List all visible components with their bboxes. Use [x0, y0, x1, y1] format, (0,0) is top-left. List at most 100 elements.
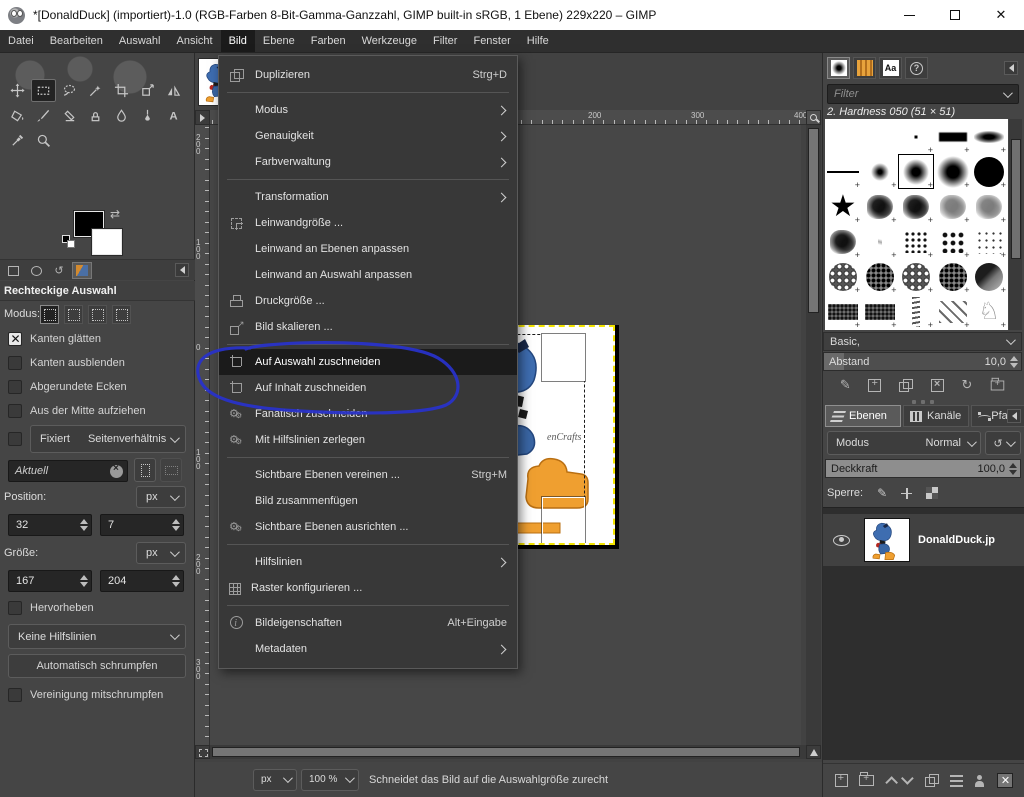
menu-item-hilfslinien[interactable]: Hilfslinien — [219, 549, 517, 575]
paintbrush-tool-icon[interactable] — [31, 104, 56, 127]
mode-intersect-button[interactable] — [112, 305, 131, 324]
brush-swatch[interactable]: ♘ — [971, 294, 1007, 329]
menubar-item-filter[interactable]: Filter — [425, 30, 465, 52]
smudge-tool-icon[interactable] — [109, 104, 134, 127]
menu-item-auf-inhalt-zuschneiden[interactable]: Auf Inhalt zuschneiden — [219, 375, 517, 401]
refresh-brushes-icon[interactable]: ↻ — [962, 377, 973, 393]
menubar-item-hilfe[interactable]: Hilfe — [519, 30, 557, 52]
menu-item-modus[interactable]: Modus — [219, 97, 517, 123]
position-x-spinner[interactable]: 32 — [8, 514, 92, 536]
zoom-level-dropdown[interactable]: 100 % — [301, 769, 359, 791]
menu-item-mit-hilfslinien-zerlegen[interactable]: Mit Hilfslinien zerlegen — [219, 427, 517, 453]
shrink-merged-checkbox[interactable] — [8, 688, 22, 702]
horizontal-scrollbar[interactable] — [210, 745, 806, 759]
brush-swatch[interactable] — [825, 154, 861, 189]
menubar-item-bild[interactable]: Bild — [221, 30, 255, 52]
autoshrink-button[interactable]: Automatisch schrumpfen — [8, 654, 186, 678]
eraser-tool-icon[interactable] — [57, 104, 82, 127]
brush-swatch[interactable] — [862, 224, 898, 259]
new-brush-icon[interactable] — [868, 379, 881, 392]
crop-tool-icon[interactable] — [109, 79, 134, 102]
menubar-item-werkzeuge[interactable]: Werkzeuge — [354, 30, 425, 52]
mode-replace-button[interactable] — [40, 305, 59, 324]
size-height-spinner[interactable]: 204 — [100, 570, 184, 592]
spinner-arrows-icon[interactable] — [1009, 463, 1017, 475]
patterns-tab[interactable] — [853, 57, 876, 79]
menubar-item-fenster[interactable]: Fenster — [465, 30, 518, 52]
tool-options-tab[interactable] — [3, 262, 23, 279]
position-y-spinner[interactable]: 7 — [100, 514, 184, 536]
menubar-item-auswahl[interactable]: Auswahl — [111, 30, 169, 52]
lock-position-icon[interactable] — [901, 488, 912, 499]
brush-scrollbar-thumb[interactable] — [1011, 139, 1021, 259]
mode-add-button[interactable] — [64, 305, 83, 324]
menubar-item-ebene[interactable]: Ebene — [255, 30, 303, 52]
brush-scrollbar[interactable] — [1009, 119, 1022, 330]
mode-switch-button[interactable]: ↺ — [985, 431, 1021, 455]
background-color-swatch[interactable] — [92, 229, 122, 255]
zoom-fit-button[interactable] — [806, 110, 821, 125]
brush-swatch[interactable] — [825, 294, 861, 329]
position-unit-dropdown[interactable]: px — [136, 486, 186, 508]
zoom-tool-icon[interactable] — [31, 129, 56, 152]
brush-swatch[interactable] — [898, 119, 934, 154]
paths-tool-icon[interactable] — [135, 104, 160, 127]
vertical-ruler[interactable]: 2001000100200300400 — [195, 125, 210, 745]
vertical-scrollbar-thumb[interactable] — [808, 128, 819, 313]
aspect-ratio-input[interactable]: Aktuell — [8, 460, 128, 482]
landscape-button[interactable] — [160, 458, 182, 482]
menubar-item-datei[interactable]: Datei — [0, 30, 42, 52]
menu-item-druckgröße[interactable]: Druckgröße ... — [219, 288, 517, 314]
brush-swatch[interactable] — [862, 154, 898, 189]
brush-swatch[interactable] — [935, 154, 971, 189]
brush-filter-input[interactable]: Filter — [827, 84, 1019, 104]
menubar-item-farben[interactable]: Farben — [303, 30, 354, 52]
spinner-arrows-icon[interactable] — [80, 575, 88, 587]
brush-swatch[interactable] — [898, 294, 934, 329]
rounded-corners-checkbox[interactable] — [8, 380, 22, 394]
menu-item-bild-zusammenfügen[interactable]: Bild zusammenfügen — [219, 488, 517, 514]
rectangle-select-tool-icon[interactable] — [31, 79, 56, 102]
spinner-arrows-icon[interactable] — [172, 519, 180, 531]
undo-history-tab[interactable]: ↺ — [49, 262, 69, 279]
collapse-dock-button[interactable] — [1007, 409, 1021, 423]
brush-swatch[interactable] — [825, 259, 861, 294]
mode-subtract-button[interactable] — [88, 305, 107, 324]
menubar-item-bearbeiten[interactable]: Bearbeiten — [42, 30, 111, 52]
portrait-button[interactable] — [134, 458, 156, 482]
expand-from-center-row[interactable]: Aus der Mitte aufziehen — [0, 401, 195, 421]
new-layer-icon[interactable] — [835, 774, 848, 787]
text-tool-icon[interactable]: A — [161, 104, 186, 127]
size-width-spinner[interactable]: 167 — [8, 570, 92, 592]
lock-pixels-icon[interactable]: ✎ — [877, 486, 887, 500]
brush-swatch[interactable] — [898, 189, 934, 224]
brush-swatch[interactable] — [862, 294, 898, 329]
navigation-button[interactable] — [806, 745, 821, 759]
collapse-dock-button[interactable] — [175, 263, 189, 277]
feather-row[interactable]: Kanten ausblenden — [0, 353, 195, 373]
shrink-merged-row[interactable]: Vereinigung mitschrumpfen — [0, 685, 195, 705]
brush-swatch[interactable] — [971, 224, 1007, 259]
menu-item-bildeigenschaften[interactable]: BildeigenschaftenAlt+Eingabe — [219, 610, 517, 636]
help-tab[interactable]: ? — [905, 57, 928, 79]
visibility-eye-icon[interactable] — [833, 535, 850, 546]
menu-item-auf-auswahl-zuschneiden[interactable]: Auf Auswahl zuschneiden — [219, 349, 517, 375]
horizontal-scrollbar-thumb[interactable] — [212, 747, 800, 757]
swap-colors-icon[interactable]: ⇄ — [110, 207, 120, 221]
fixed-aspect-dropdown[interactable]: Fixiert Seitenverhältnis — [30, 425, 186, 453]
vertical-scrollbar[interactable] — [806, 110, 821, 745]
menu-item-sichtbare-ebenen-vereinen[interactable]: Sichtbare Ebenen vereinen ...Strg+M — [219, 462, 517, 488]
brush-swatch[interactable] — [935, 294, 971, 329]
menu-item-leinwandgröße[interactable]: Leinwandgröße ... — [219, 210, 517, 236]
fixed-checkbox[interactable] — [8, 432, 22, 446]
antialias-checkbox[interactable] — [8, 332, 22, 346]
menu-item-duplizieren[interactable]: DuplizierenStrg+D — [219, 62, 517, 88]
anchor-layer-icon[interactable] — [974, 775, 986, 787]
bucket-fill-tool-icon[interactable] — [5, 104, 30, 127]
quick-mask-button[interactable] — [195, 745, 210, 759]
menu-item-farbverwaltung[interactable]: Farbverwaltung — [219, 149, 517, 175]
opacity-slider[interactable]: Deckkraft 100,0 — [825, 459, 1021, 478]
menu-item-metadaten[interactable]: Metadaten — [219, 636, 517, 662]
brush-swatch[interactable] — [935, 259, 971, 294]
color-picker-tool-icon[interactable] — [5, 129, 30, 152]
